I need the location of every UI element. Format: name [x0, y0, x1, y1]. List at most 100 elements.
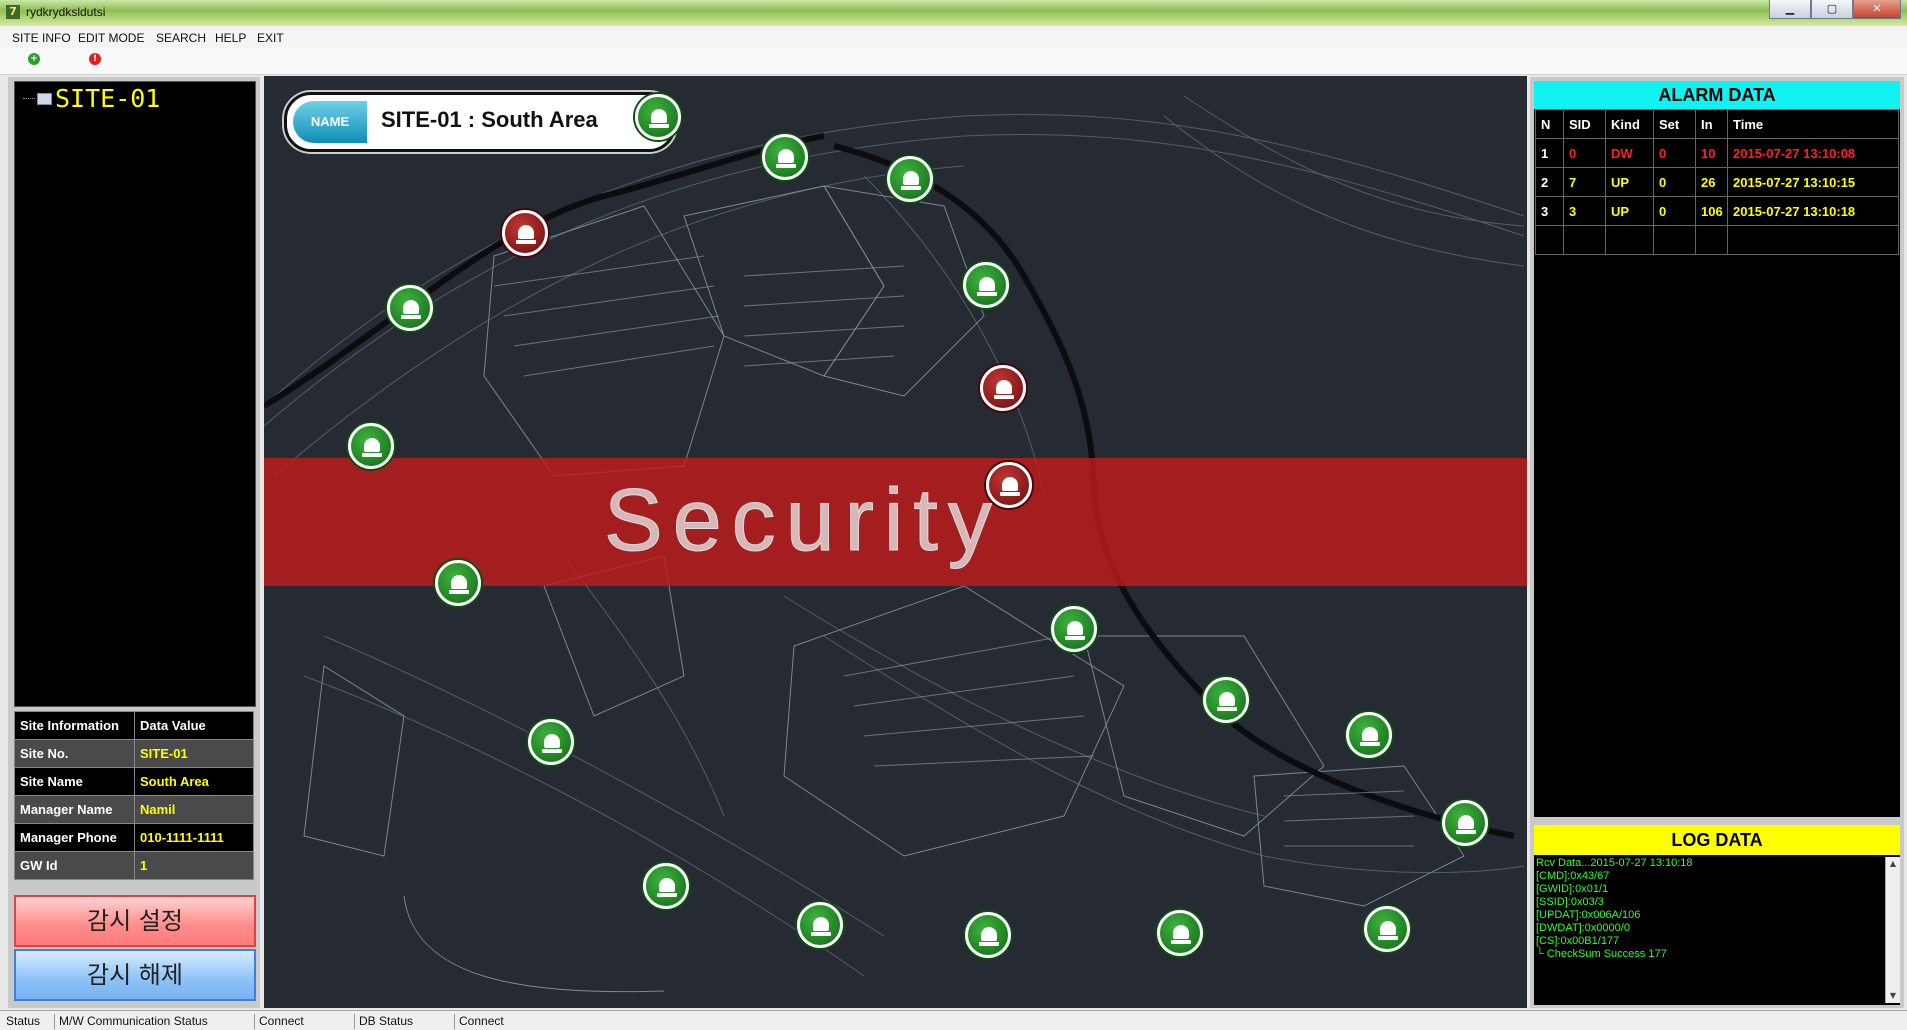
monitor-set-button[interactable]: 감시 설정	[14, 895, 256, 947]
sensor-marker[interactable]	[635, 94, 681, 140]
log-line: [DWDAT]:0x0000/0	[1536, 922, 1630, 934]
menu-exit[interactable]: EXIT	[257, 31, 284, 45]
site-info-table: Site Information Data Value Site No. SITE…	[14, 711, 254, 880]
sensor-marker[interactable]	[435, 560, 481, 606]
col-sid: SID	[1563, 109, 1606, 139]
window-title: rydkrydksldutsi	[26, 5, 106, 19]
sensor-marker[interactable]	[1051, 606, 1097, 652]
info-value: Namil	[134, 795, 254, 824]
sensor-marker[interactable]	[887, 156, 933, 202]
log-line: [GWID]:0x01/1	[1536, 883, 1609, 895]
menu-help[interactable]: HELP	[215, 31, 246, 45]
alarm-row-empty	[1535, 225, 1899, 255]
sensor-marker[interactable]	[1364, 906, 1410, 952]
log-line: [CMD]:0x43/67	[1536, 870, 1610, 882]
sensor-marker-alarm[interactable]	[502, 210, 548, 256]
scroll-up-icon[interactable]: ▲	[1886, 857, 1900, 871]
connect-icon[interactable]: +	[28, 53, 40, 65]
menu-edit-mode[interactable]: EDIT MODE	[78, 31, 144, 45]
db-status-label: DB Status	[354, 1014, 413, 1029]
site-tree: SITE-01	[14, 81, 256, 707]
sensor-marker[interactable]	[1442, 800, 1488, 846]
log-line: [SSID]:0x03/3	[1536, 896, 1604, 908]
alarm-row[interactable]: 2 7 UP 0 26 2015-07-27 13:10:15	[1535, 167, 1899, 197]
col-kind: Kind	[1605, 109, 1654, 139]
sensor-marker[interactable]	[1157, 910, 1203, 956]
menu-site-info[interactable]: SITE INFO	[12, 31, 71, 45]
sensor-marker[interactable]	[797, 902, 843, 948]
alarm-data-title: ALARM DATA	[1534, 81, 1900, 109]
info-value: 010-1111-1111	[134, 823, 254, 852]
col-in: In	[1695, 109, 1728, 139]
monitor-clear-button[interactable]: 감시 해제	[14, 949, 256, 1001]
db-status-value: Connect	[454, 1014, 504, 1029]
maximize-button[interactable]: ▢	[1811, 0, 1853, 19]
alarm-row[interactable]: 3 3 UP 0 106 2015-07-27 13:10:18	[1535, 196, 1899, 226]
info-value: 1	[134, 851, 254, 880]
log-data-panel: LOG DATA Rcv Data...2015-07-27 13:10:18 …	[1534, 825, 1900, 1005]
cell-in: 10	[1695, 138, 1728, 168]
cell-n: 2	[1535, 167, 1564, 197]
header-site-information: Site Information	[14, 711, 135, 740]
log-line: Rcv Data...2015-07-27 13:10:18	[1536, 857, 1693, 869]
log-text[interactable]: Rcv Data...2015-07-27 13:10:18 [CMD]:0x4…	[1536, 857, 1882, 961]
tree-node-site[interactable]: SITE-01	[55, 84, 160, 113]
status-label: Status	[6, 1014, 41, 1028]
sensor-marker[interactable]	[963, 262, 1009, 308]
sensor-marker[interactable]	[387, 285, 433, 331]
cell-time: 2015-07-27 13:10:15	[1727, 167, 1899, 197]
menu-search[interactable]: SEARCH	[156, 31, 206, 45]
name-tag: NAME	[293, 101, 367, 143]
cell-time: 2015-07-27 13:10:08	[1727, 138, 1899, 168]
info-key: Site Name	[14, 767, 135, 796]
mw-comm-status-label: M/W Communication Status	[54, 1014, 208, 1029]
sensor-marker[interactable]	[528, 719, 574, 765]
sensor-marker[interactable]	[643, 863, 689, 909]
info-key: Manager Name	[14, 795, 135, 824]
alarm-data-panel: ALARM DATA N SID Kind Set In Time 1 0 DW…	[1534, 81, 1900, 817]
info-key: Site No.	[14, 739, 135, 768]
cell-in: 26	[1695, 167, 1728, 197]
cell-sid: 0	[1563, 138, 1606, 168]
sensor-marker[interactable]	[1203, 677, 1249, 723]
cell-set: 0	[1653, 167, 1696, 197]
minimize-button[interactable]: ▁	[1769, 0, 1811, 19]
sensor-marker[interactable]	[965, 912, 1011, 958]
menu-bar: SITE INFO EDIT MODE SEARCH HELP EXIT	[0, 26, 1907, 48]
security-overlay-text: Security	[604, 470, 1002, 570]
right-panel: ALARM DATA N SID Kind Set In Time 1 0 DW…	[1530, 77, 1904, 1008]
cell-kind: DW	[1605, 138, 1654, 168]
site-name-text: SITE-01 : South Area	[381, 107, 598, 132]
log-line: [CS]:0x00B1/177	[1536, 935, 1620, 947]
sensor-marker[interactable]	[762, 134, 808, 180]
cell-sid: 3	[1563, 196, 1606, 226]
alarm-row[interactable]: 1 0 DW 0 10 2015-07-27 13:10:08	[1535, 138, 1899, 168]
header-data-value: Data Value	[134, 711, 254, 740]
site-name-plate: NAME SITE-01 : South Area	[284, 92, 676, 152]
sensor-marker-alarm[interactable]	[980, 365, 1026, 411]
info-value: South Area	[134, 767, 254, 796]
site-node-icon	[37, 93, 52, 105]
alert-icon[interactable]: !	[89, 53, 101, 65]
log-scrollbar[interactable]: ▲ ▼	[1885, 857, 1900, 1003]
info-key: Manager Phone	[14, 823, 135, 852]
sensor-marker[interactable]	[1346, 712, 1392, 758]
status-bar: Status M/W Communication Status Connect …	[0, 1010, 1907, 1030]
sensor-marker[interactable]	[348, 423, 394, 469]
close-button[interactable]: ✕	[1853, 0, 1901, 19]
title-bar: 7 rydkrydksldutsi ▁ ▢ ✕	[0, 0, 1907, 26]
cell-set: 0	[1653, 196, 1696, 226]
mw-comm-status-value: Connect	[254, 1014, 304, 1029]
alarm-table: N SID Kind Set In Time 1 0 DW 0 10 2015-…	[1535, 109, 1899, 255]
cell-n: 3	[1535, 196, 1564, 226]
col-n: N	[1535, 109, 1564, 139]
scroll-down-icon[interactable]: ▼	[1886, 989, 1900, 1003]
site-map[interactable]: NAME SITE-01 : South Area Security	[264, 76, 1527, 1008]
log-line: [UPDAT]:0x006A/106	[1536, 909, 1641, 921]
window-controls: ▁ ▢ ✕	[1769, 0, 1901, 20]
cell-sid: 7	[1563, 167, 1606, 197]
app-icon: 7	[6, 5, 20, 19]
cell-set: 0	[1653, 138, 1696, 168]
col-time: Time	[1727, 109, 1899, 139]
sensor-marker-alarm[interactable]	[986, 462, 1032, 508]
